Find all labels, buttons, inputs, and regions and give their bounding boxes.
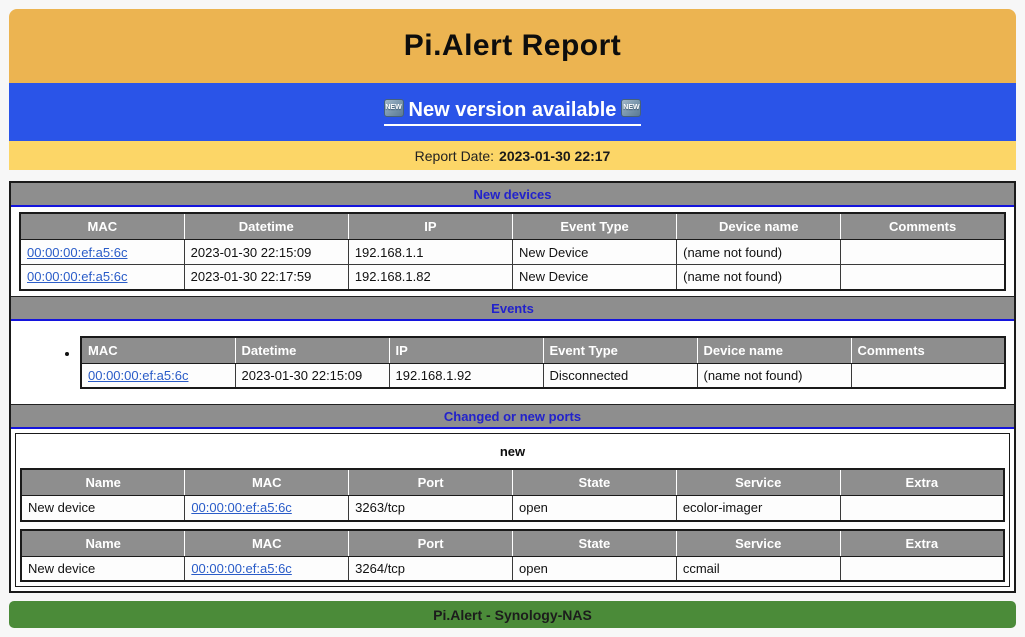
service-cell: ccmail — [676, 556, 840, 581]
column-header-name: Name — [21, 530, 185, 557]
mac-link[interactable]: 00:00:00:ef:a5:6c — [27, 245, 127, 260]
ports-new-group: new Name MAC Port State Service Extra — [15, 433, 1010, 587]
column-header-extra: Extra — [840, 530, 1004, 557]
column-header-mac: MAC — [81, 337, 235, 364]
datetime-cell: 2023-01-30 22:15:09 — [235, 363, 389, 388]
table-row: New device 00:00:00:ef:a5:6c 3263/tcp op… — [21, 496, 1004, 521]
datetime-cell: 2023-01-30 22:15:09 — [184, 240, 348, 265]
column-header-ip: IP — [389, 337, 543, 364]
column-header-port: Port — [349, 530, 513, 557]
extra-cell — [840, 496, 1004, 521]
report-page: Pi.Alert Report NEW New version availabl… — [0, 0, 1025, 637]
extra-cell — [840, 556, 1004, 581]
section-title-events: Events — [11, 296, 1014, 321]
mac-link[interactable]: 00:00:00:ef:a5:6c — [191, 561, 291, 576]
new-version-link[interactable]: NEW New version available NEW — [384, 99, 642, 126]
footer-label: Pi.Alert - Synology-NAS — [433, 607, 592, 623]
comments-cell — [841, 240, 1005, 265]
column-header-service: Service — [676, 530, 840, 557]
column-header-name: Name — [21, 469, 185, 496]
comments-cell — [851, 363, 1005, 388]
column-header-datetime: Datetime — [235, 337, 389, 364]
event-type-cell: New Device — [512, 265, 676, 290]
ports-table: Name MAC Port State Service Extra New de… — [20, 468, 1005, 522]
table-header-row: MAC Datetime IP Event Type Device name C… — [81, 337, 1005, 364]
port-cell: 3264/tcp — [349, 556, 513, 581]
report-body: New devices MAC Datetime IP Event Type D… — [9, 181, 1016, 593]
new-devices-section: MAC Datetime IP Event Type Device name C… — [11, 207, 1014, 296]
column-header-device-name: Device name — [677, 213, 841, 240]
column-header-comments: Comments — [851, 337, 1005, 364]
table-header-row: MAC Datetime IP Event Type Device name C… — [20, 213, 1005, 240]
comments-cell — [841, 265, 1005, 290]
new-badge-left-icon: NEW — [384, 99, 404, 117]
ip-cell: 192.168.1.92 — [389, 363, 543, 388]
mac-link[interactable]: 00:00:00:ef:a5:6c — [191, 500, 291, 515]
column-header-extra: Extra — [840, 469, 1004, 496]
page-title: Pi.Alert Report — [404, 29, 622, 63]
device-name-cell: (name not found) — [697, 363, 851, 388]
column-header-mac: MAC — [20, 213, 184, 240]
new-badge-right-icon: NEW — [621, 99, 641, 117]
column-header-service: Service — [676, 469, 840, 496]
section-title-new-devices: New devices — [11, 183, 1014, 207]
datetime-cell: 2023-01-30 22:17:59 — [184, 265, 348, 290]
mac-link[interactable]: 00:00:00:ef:a5:6c — [27, 269, 127, 284]
list-item: MAC Datetime IP Event Type Device name C… — [80, 336, 1006, 390]
ip-cell: 192.168.1.1 — [348, 240, 512, 265]
table-row: New device 00:00:00:ef:a5:6c 3264/tcp op… — [21, 556, 1004, 581]
ip-cell: 192.168.1.82 — [348, 265, 512, 290]
port-cell: 3263/tcp — [349, 496, 513, 521]
table-header-row: Name MAC Port State Service Extra — [21, 530, 1004, 557]
report-footer: Pi.Alert - Synology-NAS — [9, 601, 1016, 628]
table-row: 00:00:00:ef:a5:6c 2023-01-30 22:15:09 19… — [81, 363, 1005, 388]
new-devices-table: MAC Datetime IP Event Type Device name C… — [19, 212, 1006, 291]
column-header-mac: MAC — [185, 530, 349, 557]
device-name-cell: New device — [21, 496, 185, 521]
column-header-state: State — [512, 530, 676, 557]
service-cell: ecolor-imager — [676, 496, 840, 521]
event-type-cell: Disconnected — [543, 363, 697, 388]
report-header: Pi.Alert Report — [9, 9, 1016, 83]
column-header-mac: MAC — [185, 469, 349, 496]
column-header-comments: Comments — [841, 213, 1005, 240]
events-table: MAC Datetime IP Event Type Device name C… — [80, 336, 1006, 390]
report-date-value: 2023-01-30 22:17 — [499, 148, 610, 164]
report-date-bar: Report Date: 2023-01-30 22:17 — [9, 141, 1016, 170]
state-cell: open — [512, 496, 676, 521]
column-header-port: Port — [349, 469, 513, 496]
column-header-device-name: Device name — [697, 337, 851, 364]
table-row: 00:00:00:ef:a5:6c 2023-01-30 22:15:09 19… — [20, 240, 1005, 265]
state-cell: open — [512, 556, 676, 581]
mac-link[interactable]: 00:00:00:ef:a5:6c — [88, 368, 188, 383]
ports-section: new Name MAC Port State Service Extra — [11, 429, 1014, 591]
device-name-cell: (name not found) — [677, 240, 841, 265]
events-list: MAC Datetime IP Event Type Device name C… — [19, 336, 1006, 390]
column-header-event-type: Event Type — [543, 337, 697, 364]
ports-group-label: new — [20, 438, 1005, 468]
events-section: MAC Datetime IP Event Type Device name C… — [11, 321, 1014, 405]
event-type-cell: New Device — [512, 240, 676, 265]
device-name-cell: New device — [21, 556, 185, 581]
column-header-datetime: Datetime — [184, 213, 348, 240]
device-name-cell: (name not found) — [677, 265, 841, 290]
column-header-ip: IP — [348, 213, 512, 240]
table-header-row: Name MAC Port State Service Extra — [21, 469, 1004, 496]
new-version-banner: NEW New version available NEW — [9, 83, 1016, 141]
report-date-label: Report Date: — [415, 148, 494, 164]
table-row: 00:00:00:ef:a5:6c 2023-01-30 22:17:59 19… — [20, 265, 1005, 290]
new-version-link-label: New version available — [409, 99, 617, 122]
column-header-event-type: Event Type — [512, 213, 676, 240]
section-title-ports: Changed or new ports — [11, 404, 1014, 429]
ports-table: Name MAC Port State Service Extra New de… — [20, 529, 1005, 583]
column-header-state: State — [512, 469, 676, 496]
